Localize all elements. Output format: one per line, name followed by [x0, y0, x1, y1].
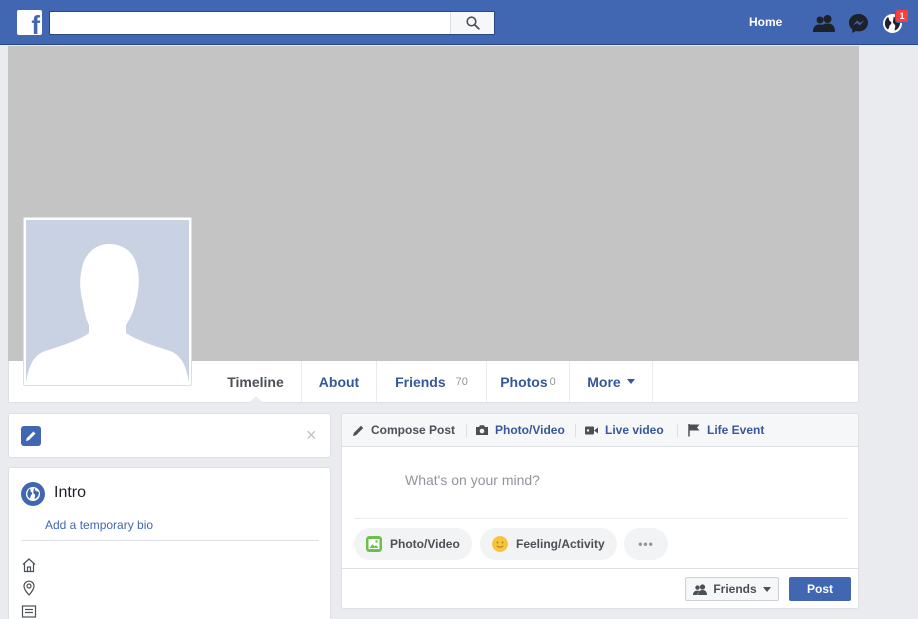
- more-options-button[interactable]: •••: [624, 528, 668, 560]
- photos-count: 0: [549, 375, 556, 388]
- intro-card: Intro Add a temporary bio: [8, 467, 331, 619]
- divider: [21, 540, 319, 541]
- life-event-tab[interactable]: Life Event: [687, 414, 764, 446]
- page-right-margin: [860, 46, 918, 619]
- tab-about[interactable]: About: [302, 361, 377, 402]
- default-avatar-silhouette: [26, 220, 189, 383]
- live-video-tab[interactable]: Live video: [584, 414, 664, 446]
- composer-text-input[interactable]: What's on your mind?: [405, 472, 540, 488]
- facebook-logo-icon[interactable]: f: [17, 10, 42, 38]
- tab-more[interactable]: More: [570, 361, 653, 402]
- chevron-down-icon: [762, 586, 771, 592]
- globe-icon: [21, 482, 45, 506]
- location-pin-icon: [21, 580, 37, 596]
- search-icon: [465, 16, 480, 30]
- friends-icon: [693, 583, 708, 595]
- page-left-margin: [0, 46, 8, 619]
- edit-pencil-button[interactable]: [21, 426, 41, 446]
- edit-profile-card: ×: [8, 413, 331, 458]
- post-composer: Compose Post Photo/Video Live video Life…: [341, 413, 859, 609]
- friends-count: 70: [455, 375, 468, 388]
- messenger-icon[interactable]: [847, 12, 869, 34]
- divider: [354, 518, 848, 519]
- photo-video-button[interactable]: Photo/Video: [354, 528, 472, 560]
- profile-picture[interactable]: [23, 217, 192, 386]
- friend-requests-icon[interactable]: [813, 12, 835, 34]
- tab-separator: [677, 424, 678, 437]
- notification-count-badge: 1: [895, 9, 909, 23]
- tab-separator: [575, 424, 576, 437]
- flag-icon: [688, 424, 700, 437]
- audience-selector[interactable]: Friends: [685, 577, 779, 601]
- chevron-down-icon: [626, 379, 635, 384]
- camera-icon: [476, 425, 488, 435]
- feeling-activity-button[interactable]: Feeling/Activity: [480, 528, 617, 560]
- home-link[interactable]: Home: [749, 15, 782, 29]
- composer-tabs: Compose Post Photo/Video Live video Life…: [342, 414, 858, 447]
- close-icon[interactable]: ×: [306, 425, 317, 445]
- add-bio-link[interactable]: Add a temporary bio: [45, 518, 153, 532]
- intro-title: Intro: [54, 484, 87, 501]
- search-box: [49, 11, 495, 35]
- avatar-silhouette-icon: [26, 244, 189, 383]
- pencil-icon: [26, 431, 36, 441]
- tab-photos[interactable]: Photos 0: [487, 361, 570, 402]
- search-button[interactable]: [450, 12, 494, 34]
- tab-timeline[interactable]: Timeline: [210, 361, 302, 403]
- photo-video-tab[interactable]: Photo/Video: [475, 414, 565, 446]
- active-tab-indicator: [248, 396, 263, 403]
- top-navigation-bar: f Home 1: [0, 0, 918, 45]
- composer-footer: Friends Post: [342, 568, 858, 608]
- tab-friends[interactable]: Friends 70: [377, 361, 487, 402]
- id-card-icon: [21, 603, 37, 619]
- more-icon: •••: [638, 537, 654, 551]
- photo-icon: [366, 536, 382, 552]
- home-icon: [21, 557, 37, 573]
- video-camera-icon: [585, 426, 598, 434]
- tab-separator: [466, 424, 467, 437]
- smiley-icon: [492, 536, 508, 552]
- search-input[interactable]: [50, 12, 450, 34]
- post-button[interactable]: Post: [789, 577, 851, 601]
- pencil-icon: [353, 425, 364, 436]
- compose-post-tab[interactable]: Compose Post: [352, 414, 455, 446]
